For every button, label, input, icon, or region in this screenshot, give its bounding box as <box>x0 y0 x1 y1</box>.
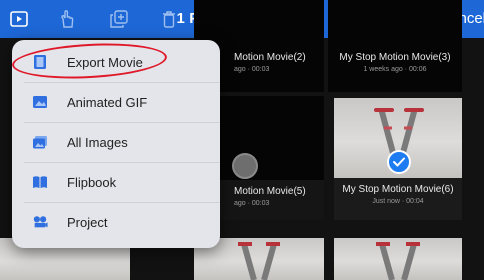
image-icon <box>32 94 48 110</box>
menu-item-flipbook[interactable]: Flipbook <box>12 162 220 202</box>
project-title: My Stop Motion Movie(3) <box>339 52 451 63</box>
project-meta: Just now · 00:04 <box>372 198 424 205</box>
menu-item-label: Animated GIF <box>67 94 148 110</box>
book-icon <box>32 174 48 190</box>
project-title: Motion Movie(2) <box>234 52 306 63</box>
project-thumbnail <box>334 238 462 280</box>
menu-item-label: All Images <box>67 134 128 150</box>
record-dot-icon <box>232 153 258 179</box>
images-icon <box>32 134 48 150</box>
menu-item-label: Project <box>67 214 108 230</box>
project-card-6[interactable]: My Stop Motion Movie(6) Just now · 00:04 <box>334 98 462 220</box>
menu-item-animated-gif[interactable]: Animated GIF <box>12 82 220 122</box>
project-meta: ago · 00:03 <box>234 200 270 207</box>
menu-item-all-images[interactable]: All Images <box>12 122 220 162</box>
project-title: My Stop Motion Movie(6) <box>342 184 454 195</box>
project-card-9[interactable] <box>334 238 462 280</box>
project-icon <box>32 214 48 230</box>
project-title: Motion Movie(5) <box>234 186 306 197</box>
stop-motion-figure-icon <box>376 242 420 280</box>
menu-item-label: Flipbook <box>67 174 117 190</box>
project-thumbnail <box>328 0 462 92</box>
project-card-3[interactable]: My Stop Motion Movie(3) 1 weeks ago · 00… <box>328 0 462 92</box>
project-meta: ago · 00:03 <box>234 66 270 73</box>
selected-check-icon <box>387 150 411 174</box>
project-meta: 1 weeks ago · 00:06 <box>363 66 427 73</box>
menu-item-project[interactable]: Project <box>12 202 220 242</box>
